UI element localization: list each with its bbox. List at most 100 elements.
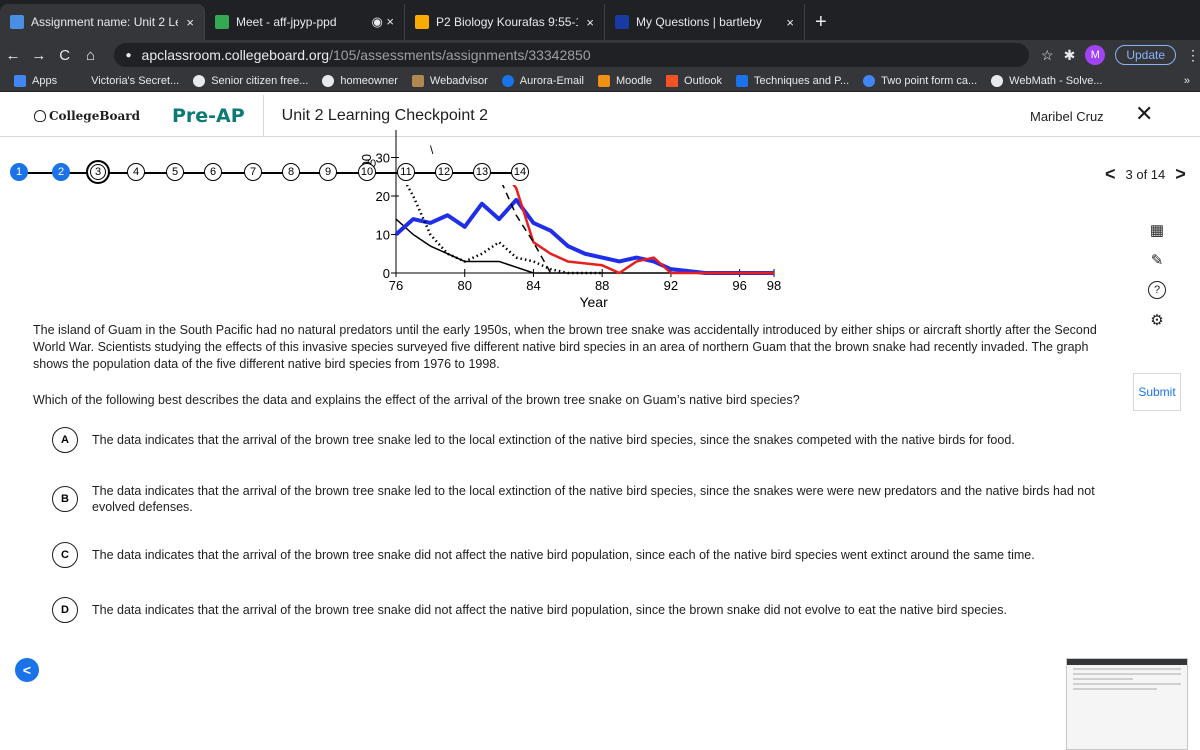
question-bubble-7[interactable]: 7 <box>244 163 262 181</box>
bookmark-apps[interactable]: Apps <box>14 74 58 87</box>
new-tab-button[interactable]: + <box>805 4 837 40</box>
bookmark-techniques[interactable]: Techniques and P... <box>735 74 850 87</box>
screenshot-thumbnail[interactable] <box>1066 658 1188 750</box>
document-icon <box>735 74 748 87</box>
close-assessment-icon[interactable]: ✕ <box>1135 101 1153 127</box>
thumbnail-line <box>1073 673 1181 675</box>
reload-icon[interactable]: C <box>52 47 78 64</box>
settings-gear-icon[interactable]: ⚙ <box>1137 305 1177 335</box>
question-bubble-1[interactable]: 1 <box>10 163 28 181</box>
question-bubble-11[interactable]: 11 <box>397 163 415 181</box>
collegeboard-wordmark: CollegeBoard <box>49 108 140 123</box>
question-bubble-2[interactable]: 2 <box>52 163 70 181</box>
profile-avatar[interactable]: M <box>1085 45 1106 65</box>
tab-close-icon[interactable]: × <box>586 15 594 30</box>
bookmark-label: WebMath - Solve... <box>1009 74 1103 87</box>
x-axis-label: Year <box>579 294 608 310</box>
bookmark-moodle[interactable]: Moodle <box>597 74 652 87</box>
answer-choice-b[interactable]: B The data indicates that the arrival of… <box>52 483 1102 515</box>
question-bubble-8[interactable]: 8 <box>282 163 300 181</box>
bookmark-label: Webadvisor <box>429 74 488 87</box>
header-divider <box>262 94 264 137</box>
bookmark-star-icon[interactable]: ☆ <box>1041 47 1054 64</box>
apps-grid-icon <box>14 74 26 87</box>
bookmark-webmath[interactable]: WebMath - Solve... <box>991 74 1103 87</box>
address-bar[interactable]: ● apclassroom.collegeboard.org/105/asses… <box>113 43 1030 67</box>
bookmark-outlook[interactable]: Outlook <box>666 74 722 87</box>
page-title: Unit 2 Learning Checkpoint 2 <box>281 106 489 124</box>
question-bubble-13[interactable]: 13 <box>473 163 491 181</box>
tab-close-icon[interactable]: × <box>786 15 794 30</box>
bookmark-victorias-secret[interactable]: Victoria's Secret... <box>91 75 179 87</box>
submit-button[interactable]: Submit <box>1133 373 1181 411</box>
answer-choice-d[interactable]: D The data indicates that the arrival of… <box>52 597 1102 623</box>
globe-icon <box>991 74 1004 87</box>
bookmark-label: Two point form ca... <box>881 74 978 87</box>
x-tick-label: 80 <box>457 278 471 293</box>
question-bubble-10[interactable]: 10 <box>358 163 376 181</box>
choice-letter: B <box>52 486 78 512</box>
question-bubble-5[interactable]: 5 <box>166 163 184 181</box>
bookmark-senior-citizen[interactable]: Senior citizen free... <box>193 74 308 87</box>
series-line-3 <box>512 185 774 275</box>
x-tick-label: 98 <box>767 278 781 293</box>
answer-choice-a[interactable]: A The data indicates that the arrival of… <box>52 427 1102 453</box>
previous-question-icon[interactable]: < <box>1105 164 1116 185</box>
series-line-4 <box>501 185 552 274</box>
home-icon[interactable]: ⌂ <box>78 47 104 64</box>
bookmark-webadvisor[interactable]: Webadvisor <box>411 74 488 87</box>
series-line-1 <box>395 218 774 274</box>
tab-meet[interactable]: Meet - aff-jpyp-ppd ◉ × <box>205 4 405 40</box>
lock-icon: ● <box>125 49 132 61</box>
bookmark-label: Aurora-Email <box>519 74 584 87</box>
next-question-icon[interactable]: > <box>1175 164 1186 185</box>
bookmark-aurora-email[interactable]: Aurora-Email <box>501 74 584 87</box>
question-bubble-6[interactable]: 6 <box>204 163 222 181</box>
globe-icon <box>193 74 206 87</box>
user-name[interactable]: Maribel Cruz <box>1030 109 1104 124</box>
help-glyph: ? <box>1148 281 1166 299</box>
forward-arrow-icon[interactable]: → <box>26 47 52 64</box>
highlighter-icon[interactable]: ✎ <box>1137 245 1177 275</box>
tab-biology[interactable]: P2 Biology Kourafas 9:55-10:4 × <box>405 4 605 40</box>
tab-close-icon[interactable]: × <box>186 15 194 30</box>
browser-toolbar: ← → C ⌂ ● apclassroom.collegeboard.org/1… <box>0 40 1200 70</box>
question-bubble-3[interactable]: 3 <box>86 160 110 184</box>
x-tick-label: 88 <box>595 278 609 293</box>
tab-bartleby[interactable]: My Questions | bartleby × <box>605 4 805 40</box>
x-tick-label: 84 <box>526 278 540 293</box>
browser-menu-icon[interactable]: ⋮ <box>1186 47 1200 64</box>
moodle-icon <box>597 74 610 87</box>
extensions-icon[interactable]: ✱ <box>1064 47 1076 64</box>
tab-assignment[interactable]: Assignment name: Unit 2 Learn × <box>0 4 205 40</box>
bookmark-homeowner[interactable]: homeowner <box>322 74 398 87</box>
thumbnail-bar <box>1067 659 1187 665</box>
collegeboard-favicon-icon <box>10 15 24 29</box>
back-arrow-icon[interactable]: ← <box>0 47 26 64</box>
update-button[interactable]: Update <box>1115 45 1177 65</box>
y-tick-label: 20 <box>376 189 390 204</box>
question-stem: Which of the following best describes th… <box>33 393 800 407</box>
choice-text: The data indicates that the arrival of t… <box>92 548 1035 562</box>
bookmark-label: Techniques and P... <box>753 74 850 87</box>
tab-title: My Questions | bartleby <box>636 15 762 29</box>
help-icon[interactable]: ? <box>1137 275 1177 305</box>
bartleby-favicon-icon <box>615 15 629 29</box>
meet-favicon-icon <box>215 15 229 29</box>
answer-choice-c[interactable]: C The data indicates that the arrival of… <box>52 542 1102 568</box>
question-bubble-9[interactable]: 9 <box>319 163 337 181</box>
choice-letter: C <box>52 542 78 568</box>
thumbnail-line <box>1073 683 1181 685</box>
bookmarks-overflow-icon[interactable]: » <box>1184 75 1190 87</box>
calculator-icon[interactable]: ▦ <box>1137 215 1177 245</box>
bookmark-two-point-form[interactable]: Two point form ca... <box>863 74 978 87</box>
question-bubble-12[interactable]: 12 <box>435 163 453 181</box>
tool-rail: ▦ ✎ ? ⚙ <box>1137 215 1177 335</box>
tab-close-icon[interactable]: ◉ × <box>371 14 394 30</box>
thumbnail-line <box>1073 678 1133 680</box>
bookmark-label: Apps <box>32 74 58 87</box>
question-bubble-4[interactable]: 4 <box>127 163 145 181</box>
back-chevron-icon[interactable]: < <box>15 658 39 682</box>
thumbnail-line <box>1073 688 1157 690</box>
question-bubble-14[interactable]: 14 <box>511 163 529 181</box>
